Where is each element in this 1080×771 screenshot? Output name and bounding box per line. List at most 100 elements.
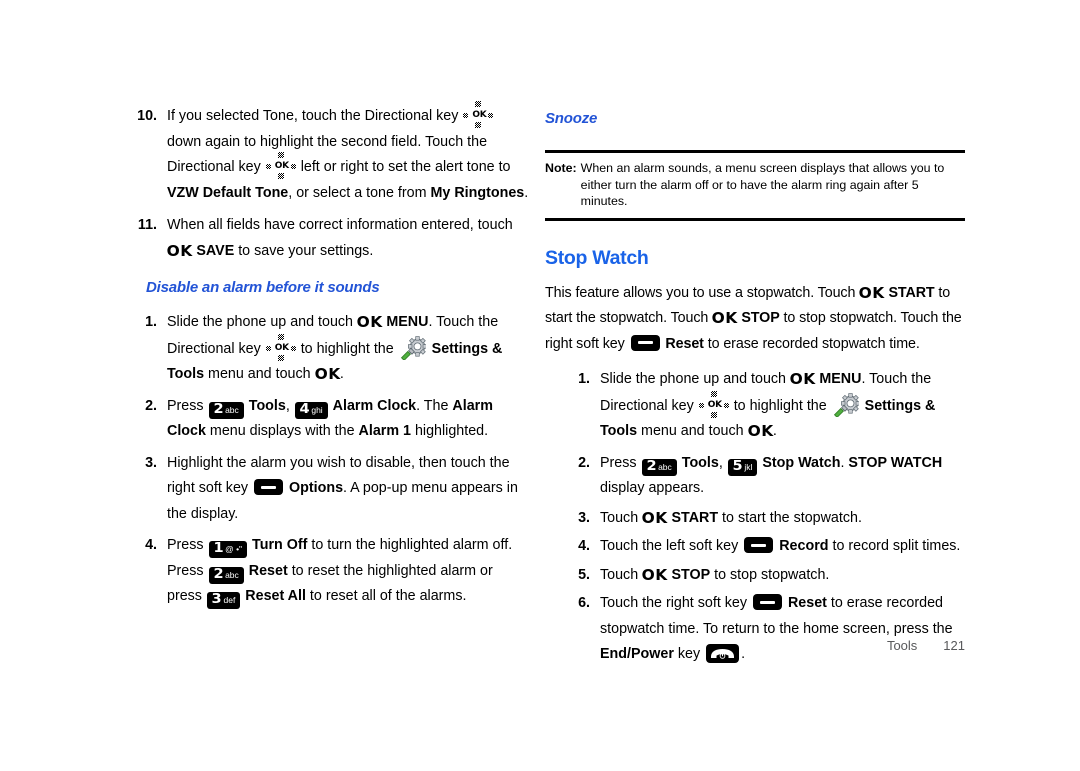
ok-key-icon: OK xyxy=(314,365,341,383)
bold-run: My Ringtones xyxy=(430,184,525,201)
bold-run: STOP xyxy=(671,566,711,583)
keypad-key-5-icon: 5 jkl xyxy=(727,458,758,476)
text-run: left or right to set the alert tone to xyxy=(296,159,511,175)
step-number: 3. xyxy=(578,509,590,526)
step-text: Slide the phone up and touch OK MENU. To… xyxy=(600,367,965,445)
manual-page: 10. If you selected Tone, touch the Dire… xyxy=(0,0,1080,771)
left-column: 10. If you selected Tone, touch the Dire… xyxy=(130,0,530,612)
subsection-heading: Disable an alarm before it sounds xyxy=(146,279,380,296)
text-run: to highlight the xyxy=(296,340,398,357)
ok-key-icon: OK xyxy=(711,309,738,327)
bold-run: Turn Off xyxy=(252,537,308,553)
text-run: highlighted. xyxy=(410,423,489,439)
soft-key-icon xyxy=(630,334,660,351)
list-item: 2. Press 2 abc Tools, 5 jkl Stop Watch. ST… xyxy=(563,451,965,502)
subsection-heading: Snooze xyxy=(545,110,598,127)
step-number: 2. xyxy=(145,397,157,414)
text-run: Touch xyxy=(600,509,643,526)
bold-run: START xyxy=(888,284,935,301)
text-run: to reset all of the alarms. xyxy=(305,588,467,604)
text-run: to start the stopwatch. xyxy=(718,509,862,526)
text-run: menu displays with the xyxy=(205,423,359,439)
text-run: , or select a tone from xyxy=(288,184,431,201)
note-box: Note: When an alarm sounds, a menu scree… xyxy=(545,150,965,221)
bold-run: Tools xyxy=(248,397,286,414)
list-item: 5. Touch OK STOP to stop stopwatch. xyxy=(563,563,965,589)
list-item: 4. Press 1 @ •" Turn Off to turn the high… xyxy=(130,533,530,610)
keypad-key-1-icon: 1 @ •" xyxy=(208,541,248,558)
note-label: Note: xyxy=(545,161,577,175)
text-run: If you selected Tone, touch the Directio… xyxy=(167,108,463,124)
keypad-key-2-icon: 2 abc xyxy=(208,401,244,419)
step-number: 3. xyxy=(145,454,157,471)
text-run: display appears. xyxy=(600,480,705,496)
list-item: 1. Slide the phone up and touch OK MENU.… xyxy=(130,310,530,388)
ok-key-icon: OK xyxy=(858,283,885,302)
settings-tools-gear-icon xyxy=(833,392,860,418)
bold-run: STOP xyxy=(741,310,780,326)
step-number: 10. xyxy=(137,108,157,124)
step-number: 4. xyxy=(578,538,590,554)
step-text: If you selected Tone, touch the Directio… xyxy=(167,101,530,206)
directional-key-icon: OK xyxy=(698,390,729,418)
list-item: 2. Press 2 abc Tools, 4 ghi Alarm Clock. T… xyxy=(130,394,530,445)
bold-run: MENU xyxy=(819,371,862,387)
text-run: menu and touch xyxy=(637,423,748,439)
text-run: menu and touch xyxy=(204,366,315,382)
step-text: Touch OK START to start the stopwatch. xyxy=(600,506,965,532)
text-run: to highlight the xyxy=(729,397,831,414)
section-heading: Stop Watch xyxy=(545,246,649,269)
list-item: 3. Touch OK START to start the stopwatch… xyxy=(563,506,965,532)
bold-run: Alarm Clock xyxy=(332,397,417,414)
directional-key-icon: OK xyxy=(265,333,296,361)
keypad-key-3-icon: 3 def xyxy=(206,592,241,609)
directional-key-icon: OK xyxy=(265,152,296,179)
step-number: 1. xyxy=(578,371,590,387)
step-number: 5. xyxy=(578,566,590,583)
step-text: Press 2 abc Tools, 4 ghi Alarm Clock. The … xyxy=(167,394,530,445)
text-run: Slide the phone up and touch xyxy=(167,314,357,330)
bold-run: START xyxy=(671,509,719,526)
text-run: to record split times. xyxy=(828,538,961,554)
text-run: Touch the right soft key xyxy=(600,595,751,611)
text-run: , xyxy=(718,454,727,471)
footer-page-number: 121 xyxy=(943,638,965,653)
bold-run: Stop Watch xyxy=(762,454,841,471)
step-text: Touch the right soft key Reset to erase … xyxy=(600,591,965,668)
ok-key-icon: OK xyxy=(166,241,193,260)
step-text: Touch the left soft key Record to record… xyxy=(600,534,965,560)
text-run: . xyxy=(524,184,529,201)
step-text: When all fields have correct information… xyxy=(167,213,530,264)
list-item: 1. Slide the phone up and touch OK MENU.… xyxy=(563,367,965,445)
keypad-key-2-icon: 2 abc xyxy=(641,458,677,476)
step-text: Press 1 @ •" Turn Off to turn the highlig… xyxy=(167,533,530,610)
bold-run: MENU xyxy=(386,314,429,330)
bold-run: Tools xyxy=(681,454,719,471)
list-item: 6. Touch the right soft key Reset to era… xyxy=(563,591,965,668)
text-run: to erase recorded stopwatch time. xyxy=(703,335,920,352)
bold-run: STOP WATCH xyxy=(848,454,943,471)
text-run: Press xyxy=(167,537,208,553)
text-run: When all fields have correct information… xyxy=(167,217,513,233)
keypad-key-4-icon: 4 ghi xyxy=(294,401,328,419)
step-number: 1. xyxy=(145,314,157,330)
text-run: to stop stopwatch. xyxy=(710,566,830,583)
note-text: When an alarm sounds, a menu screen disp… xyxy=(580,161,945,208)
text-run: Touch xyxy=(600,566,643,583)
step-text: Touch OK STOP to stop stopwatch. xyxy=(600,563,965,589)
soft-key-icon xyxy=(254,479,284,495)
step-number: 6. xyxy=(578,595,590,611)
text-run: , xyxy=(285,397,294,414)
bold-run: Reset xyxy=(787,595,827,611)
ok-key-icon: OK xyxy=(641,565,668,584)
keypad-key-2-icon: 2 abc xyxy=(208,566,244,584)
text-run: . The xyxy=(416,397,453,414)
ok-key-icon: OK xyxy=(356,313,383,331)
list-item: 3. Highlight the alarm you wish to disab… xyxy=(130,451,530,528)
page-footer: Tools 121 xyxy=(545,638,965,653)
list-item: 10. If you selected Tone, touch the Dire… xyxy=(130,101,530,206)
bold-run: VZW Default Tone xyxy=(167,184,289,201)
bold-run: Reset xyxy=(248,562,288,579)
bold-run: Reset All xyxy=(245,588,306,604)
text-run: Press xyxy=(600,454,641,471)
